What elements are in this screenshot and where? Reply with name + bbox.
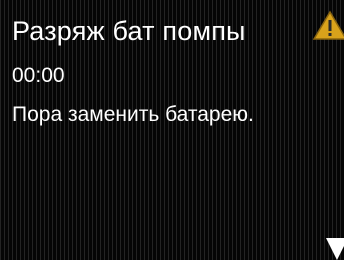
scroll-down-icon[interactable] <box>326 238 344 260</box>
alert-message: Пора заменить батарею. <box>12 103 254 126</box>
pump-alert-screen: Разряж бат помпы 00:00 Пора заменить бат… <box>0 0 344 260</box>
alert-time: 00:00 <box>12 64 65 87</box>
alert-title: Разряж бат помпы <box>12 16 246 46</box>
warning-icon <box>312 10 344 40</box>
